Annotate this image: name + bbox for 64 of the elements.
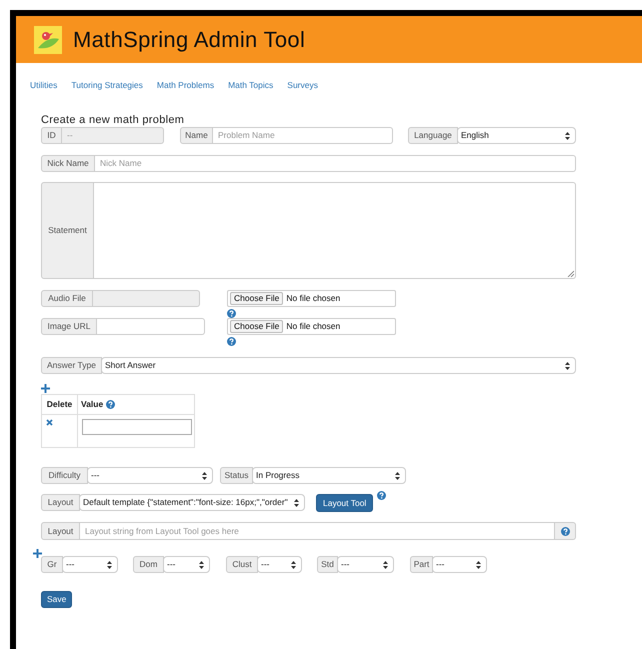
column-header: Value	[81, 398, 104, 411]
field-label: Nick Name	[41, 155, 95, 172]
nav-link[interactable]: Surveys	[287, 78, 318, 92]
updown-caret-icon	[291, 560, 296, 568]
field-label: Answer Type	[41, 357, 102, 374]
nav-link[interactable]: Math Topics	[228, 78, 274, 92]
field-label: Difficulty	[41, 467, 88, 484]
dropdown[interactable]: ---	[163, 556, 210, 573]
field-label: Dom	[133, 556, 164, 573]
form-heading: Create a new math problem	[41, 114, 186, 127]
field-label: Image URL	[41, 318, 97, 335]
field-label: ID	[41, 127, 62, 144]
choose-file-button[interactable]: Choose File	[230, 320, 284, 333]
updown-caret-icon	[199, 560, 204, 568]
input-field[interactable]	[82, 419, 192, 435]
bird-logo-icon	[34, 26, 62, 54]
dropdown[interactable]: ---	[62, 556, 118, 573]
delete-x-icon[interactable]	[46, 419, 53, 426]
help-icon[interactable]	[227, 309, 236, 318]
updown-caret-icon	[476, 560, 481, 568]
help-icon[interactable]	[377, 491, 386, 500]
help-icon[interactable]	[560, 526, 570, 536]
field-label: Status	[220, 467, 253, 484]
updown-caret-icon	[107, 560, 112, 568]
column-header: Delete	[42, 395, 78, 414]
updown-caret-icon	[294, 498, 299, 506]
dropdown[interactable]: ---	[432, 556, 487, 573]
field-label: Gr	[41, 556, 63, 573]
field-label: Audio File	[41, 290, 93, 307]
app-title: MathSpring Admin Tool	[73, 26, 306, 54]
nav-link[interactable]: Utilities	[30, 78, 58, 92]
field-label: Layout	[41, 522, 80, 540]
file-status-text: No file chosen	[286, 292, 340, 305]
nav-link[interactable]: Math Problems	[156, 78, 214, 92]
field-label: Layout	[41, 494, 80, 511]
plus-icon[interactable]	[33, 549, 42, 558]
updown-caret-icon	[395, 472, 400, 480]
dropdown[interactable]: Short Answer	[101, 357, 576, 374]
field-label: Name	[180, 127, 213, 144]
file-status-text: No file chosen	[286, 320, 340, 333]
dropdown[interactable]: Default template {"statement":"font-size: 16px;","order"	[79, 494, 305, 511]
updown-caret-icon	[565, 132, 570, 140]
dropdown[interactable]: In Progress	[252, 467, 406, 484]
field-label: Std	[317, 556, 338, 573]
dropdown[interactable]: English	[457, 127, 576, 144]
plus-icon[interactable]	[41, 384, 50, 393]
dropdown[interactable]: ---	[337, 556, 394, 573]
dropdown[interactable]: ---	[87, 467, 213, 484]
dropdown[interactable]: ---	[257, 556, 302, 573]
help-icon[interactable]	[106, 400, 116, 409]
updown-caret-icon	[383, 560, 388, 568]
save-button[interactable]: Save	[41, 591, 72, 608]
updown-caret-icon	[565, 362, 570, 370]
updown-caret-icon	[202, 472, 207, 480]
input-field: --	[62, 127, 164, 144]
input-field[interactable]	[97, 318, 205, 335]
layout-tool-button[interactable]: Layout Tool	[316, 494, 374, 512]
field-label: Statement	[41, 182, 94, 279]
field-label: Part	[410, 556, 433, 573]
field-label: Language	[408, 127, 458, 144]
resize-grip-icon[interactable]	[567, 270, 574, 277]
field-label: Clust	[226, 556, 258, 573]
help-icon[interactable]	[227, 337, 236, 346]
nav-link[interactable]: Tutoring Strategies	[71, 78, 143, 92]
